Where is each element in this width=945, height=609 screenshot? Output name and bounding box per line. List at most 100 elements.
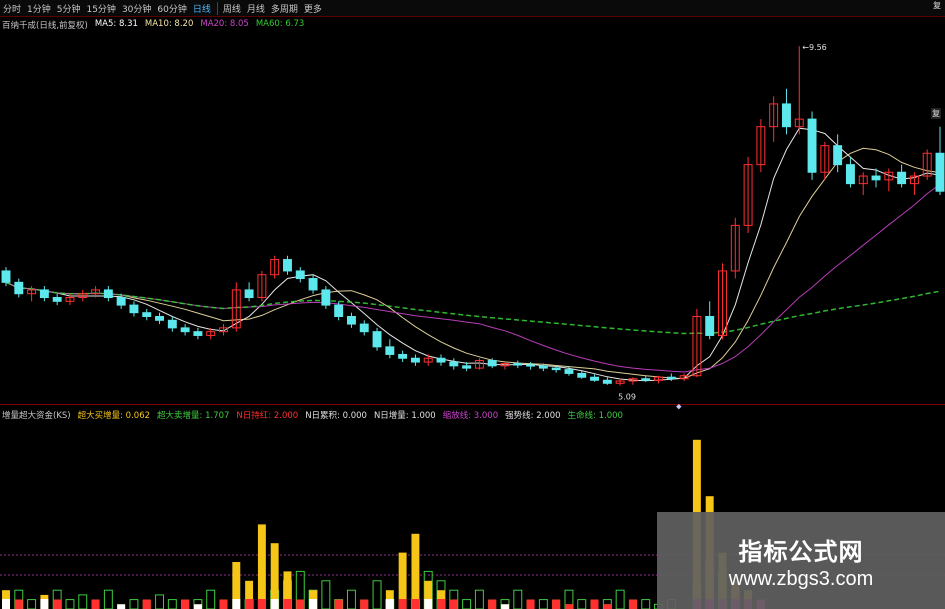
candle-body xyxy=(602,379,612,384)
buy-volume-bar xyxy=(257,524,266,609)
candle-body xyxy=(39,289,49,299)
sell-volume-bar xyxy=(513,589,523,609)
sell-volume-bar xyxy=(462,599,472,609)
buy-volume-base xyxy=(142,599,151,609)
buy-volume-base xyxy=(309,599,318,609)
buy-volume-base xyxy=(117,604,126,609)
buy-volume-base xyxy=(14,599,23,609)
low-marker-label: ◆ xyxy=(676,403,682,411)
sell-volume-bar xyxy=(206,589,216,609)
buy-volume-base xyxy=(91,599,100,609)
right-axis-tag: 复 xyxy=(931,108,941,119)
sell-volume-bar xyxy=(27,599,37,609)
candle-body xyxy=(180,327,190,333)
candle-body xyxy=(346,315,356,325)
sell-volume-bar xyxy=(129,599,139,609)
candle-body xyxy=(833,145,843,166)
candle-body xyxy=(385,346,395,355)
candle-body xyxy=(449,361,459,367)
candle-body xyxy=(1,270,11,283)
buy-volume-base xyxy=(385,599,394,609)
ma60-line xyxy=(5,281,941,335)
buy-volume-base xyxy=(232,599,241,609)
sell-volume-bar xyxy=(167,599,177,609)
ma10-line xyxy=(5,147,941,380)
candle-body xyxy=(321,289,331,306)
sell-volume-bar xyxy=(641,599,651,609)
buy-volume-base xyxy=(193,604,202,609)
candle-body xyxy=(308,278,318,291)
buy-volume-base xyxy=(437,599,445,609)
buy-volume-bar xyxy=(411,533,420,609)
candle-body xyxy=(372,331,382,348)
sell-volume-bar xyxy=(65,599,75,609)
buy-volume-base xyxy=(219,599,228,609)
buy-volume-base xyxy=(53,599,62,609)
candle-body xyxy=(641,378,651,381)
buy-volume-base xyxy=(360,599,369,609)
buy-volume-base xyxy=(590,599,599,609)
buy-volume-base xyxy=(449,599,458,609)
sell-volume-bar xyxy=(321,580,331,609)
candle-body xyxy=(244,289,254,299)
candle-body xyxy=(116,297,126,306)
candle-body xyxy=(193,331,203,336)
buy-volume-base xyxy=(283,599,292,609)
candle-body xyxy=(436,357,446,363)
candle-body xyxy=(781,103,791,128)
buy-volume-base xyxy=(270,599,279,609)
candle-body xyxy=(551,367,561,371)
candle-body xyxy=(295,270,305,280)
candle-body xyxy=(167,319,177,329)
watermark-url: www.zbgs3.com xyxy=(728,568,874,590)
candle-body xyxy=(487,360,497,367)
buy-volume-base xyxy=(411,599,420,609)
ma20-line xyxy=(5,183,941,373)
sell-volume-bar xyxy=(103,589,113,609)
candle-body xyxy=(283,259,292,272)
buy-volume-base xyxy=(334,599,343,609)
candle-body xyxy=(935,152,945,192)
candle-body xyxy=(590,376,600,381)
sell-volume-bar xyxy=(615,589,625,609)
candle-body xyxy=(334,304,344,317)
candle-body xyxy=(526,364,536,367)
ma5-line xyxy=(5,127,941,382)
watermark-title: 指标公式网 xyxy=(738,538,864,566)
candle-body xyxy=(513,363,523,366)
buy-volume-base xyxy=(564,604,573,609)
candle-body xyxy=(155,315,165,321)
buy-volume-base xyxy=(501,604,509,609)
sell-volume-bar xyxy=(155,594,165,609)
buy-volume-base xyxy=(40,599,49,609)
candle-body xyxy=(52,297,62,302)
candle-body xyxy=(142,312,152,317)
candle-body xyxy=(705,315,715,336)
candle-body xyxy=(577,372,587,378)
candle-body xyxy=(897,171,907,185)
candle-body xyxy=(871,175,881,181)
candle-body xyxy=(538,365,548,369)
buy-volume-base xyxy=(398,599,407,609)
buy-volume-base xyxy=(424,599,433,609)
sell-volume-bar xyxy=(78,594,88,609)
buy-volume-base xyxy=(257,599,266,609)
sell-volume-bar xyxy=(372,580,382,609)
buy-volume-base xyxy=(2,599,10,609)
candle-body xyxy=(398,353,408,359)
candle-body xyxy=(666,376,676,380)
candle-body xyxy=(14,281,24,295)
candle-body xyxy=(103,289,113,299)
candle-body xyxy=(129,304,139,314)
candle-body xyxy=(359,323,369,333)
buy-volume-base xyxy=(181,599,190,609)
candle-body xyxy=(410,357,420,363)
candle-body xyxy=(462,365,472,369)
high-price-label: ←9.56 xyxy=(802,43,827,52)
low-price-label: 5.09 xyxy=(618,393,636,402)
candle-body xyxy=(564,369,574,374)
buy-volume-base xyxy=(488,599,497,609)
sell-volume-bar xyxy=(474,589,484,609)
buy-volume-base xyxy=(603,604,612,609)
buy-volume-base xyxy=(552,599,561,609)
